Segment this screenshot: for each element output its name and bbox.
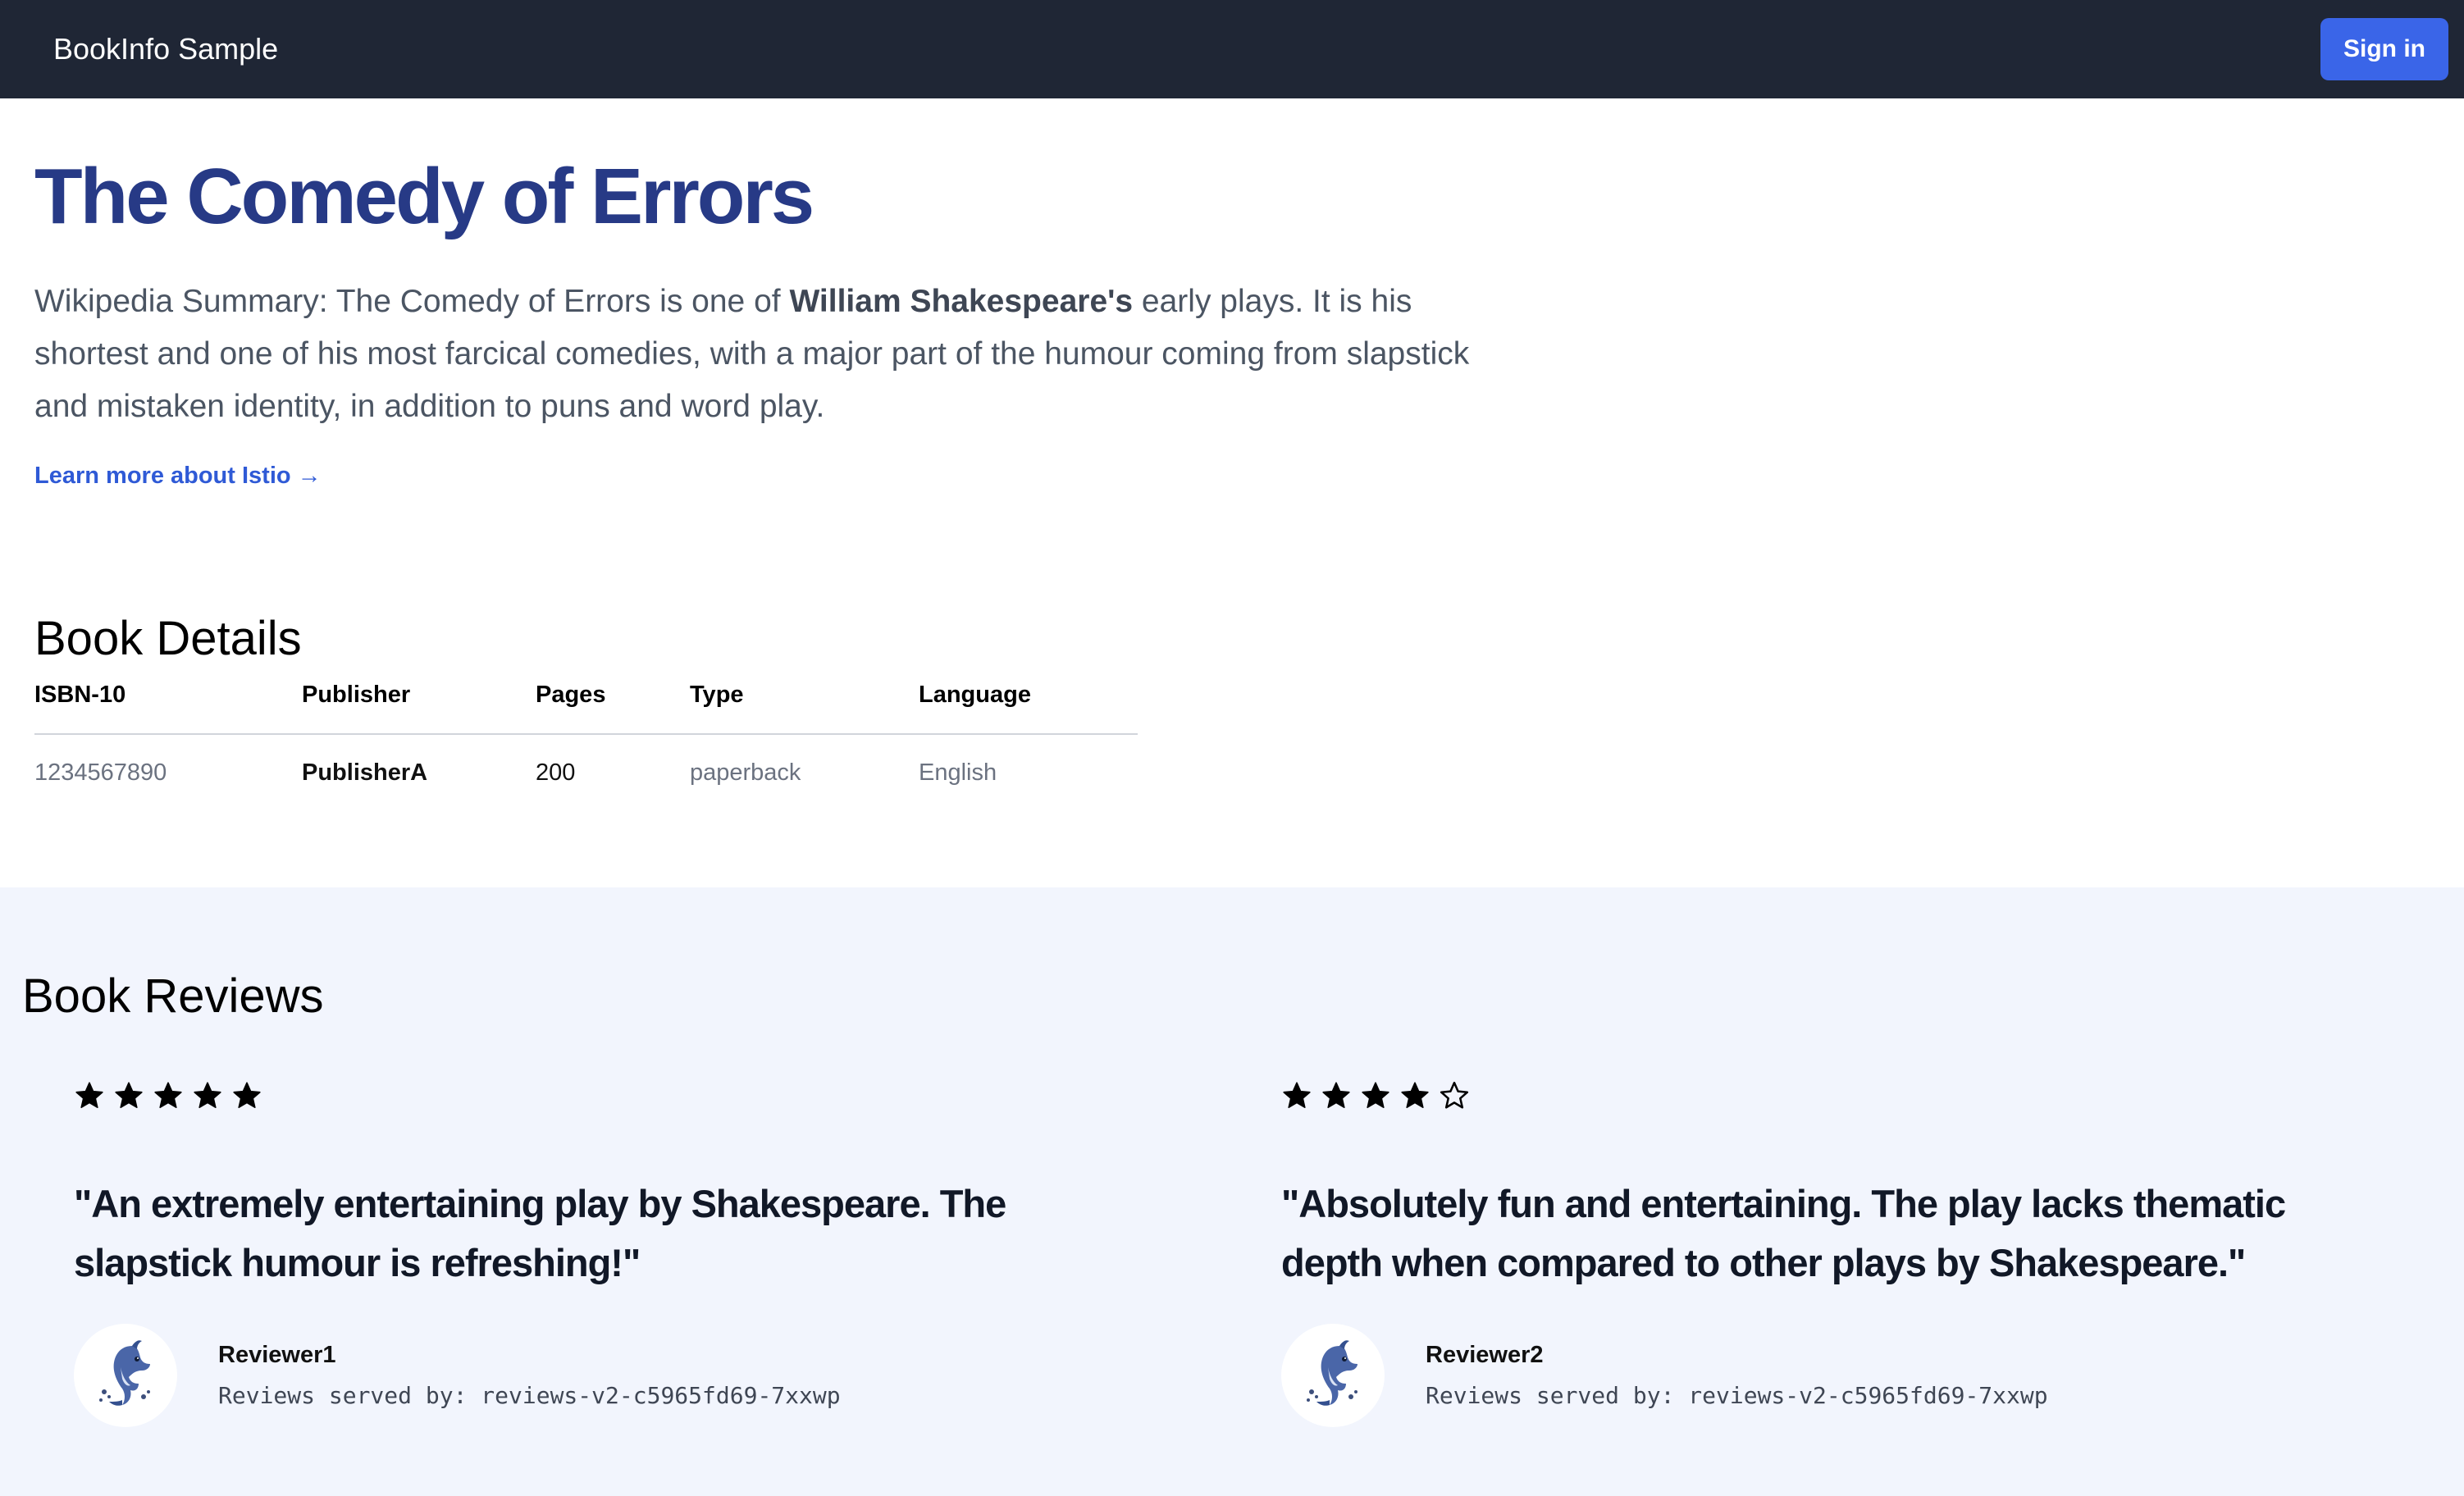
book-section: The Comedy of Errors Wikipedia Summary: …: [0, 98, 2464, 787]
star-filled-icon: [154, 1082, 182, 1109]
star-filled-icon: [1362, 1082, 1389, 1109]
review-card: "Absolutely fun and entertaining. The pl…: [1281, 1076, 2380, 1427]
star-rating: [1281, 1076, 2380, 1115]
star-empty-icon: [1440, 1081, 1469, 1109]
cell-type: paperback: [690, 759, 801, 786]
learn-more-link[interactable]: Learn more about Istio →: [34, 463, 322, 490]
served-by-text: Reviews served by: reviews-v2-c5965fd69-…: [1426, 1382, 2048, 1409]
cell-isbn: 1234567890: [34, 759, 167, 786]
sign-in-button[interactable]: Sign in: [2320, 18, 2448, 80]
book-reviews-title: Book Reviews: [22, 969, 324, 1023]
top-navbar: BookInfo Sample Sign in: [0, 0, 2464, 98]
cell-publisher: PublisherA: [302, 759, 428, 786]
summary-author: William Shakespeare's: [789, 284, 1134, 319]
star-filled-icon: [1283, 1082, 1311, 1109]
cell-language: English: [919, 759, 997, 786]
served-by-text: Reviews served by: reviews-v2-c5965fd69-…: [218, 1382, 841, 1409]
reviewer-info: Reviewer1 Reviews served by: reviews-v2-…: [74, 1324, 1173, 1427]
reviews-section: Book Reviews "An extremely entertaining …: [0, 887, 2464, 1496]
table-row: 1234567890 PublisherA 200 paperback Engl…: [34, 734, 1138, 787]
book-title: The Comedy of Errors: [34, 153, 814, 240]
star-rating: [74, 1076, 1173, 1115]
book-summary: Wikipedia Summary: The Comedy of Errors …: [34, 276, 1511, 433]
star-filled-icon: [194, 1082, 221, 1109]
table-header-row: ISBN-10 Publisher Pages Type Language: [34, 682, 1138, 735]
star-filled-icon: [233, 1082, 261, 1109]
star-filled-icon: [1401, 1082, 1429, 1109]
reviewer-name: Reviewer1: [218, 1342, 336, 1368]
reviewer-info: Reviewer2 Reviews served by: reviews-v2-…: [1281, 1324, 2380, 1427]
header-pages: Pages: [536, 682, 690, 735]
header-publisher: Publisher: [302, 682, 536, 735]
book-details-table: ISBN-10 Publisher Pages Type Language 12…: [34, 682, 1138, 787]
reviewer-name: Reviewer2: [1426, 1342, 1544, 1368]
book-details-title: Book Details: [34, 612, 302, 665]
star-filled-icon: [115, 1082, 143, 1109]
header-isbn: ISBN-10: [34, 682, 302, 735]
dolphin-icon: [1281, 1324, 1385, 1427]
brand-title[interactable]: BookInfo Sample: [53, 32, 278, 66]
header-language: Language: [919, 682, 1138, 735]
star-filled-icon: [75, 1082, 103, 1109]
cell-pages: 200: [536, 759, 576, 786]
header-type: Type: [690, 682, 919, 735]
star-filled-icon: [1322, 1082, 1350, 1109]
review-quote: "An extremely entertaining play by Shake…: [74, 1182, 1006, 1284]
dolphin-icon: [74, 1324, 177, 1427]
review-quote: "Absolutely fun and entertaining. The pl…: [1281, 1182, 2286, 1284]
review-card: "An extremely entertaining play by Shake…: [74, 1076, 1173, 1427]
summary-prefix: Wikipedia Summary: The Comedy of Errors …: [34, 284, 790, 319]
